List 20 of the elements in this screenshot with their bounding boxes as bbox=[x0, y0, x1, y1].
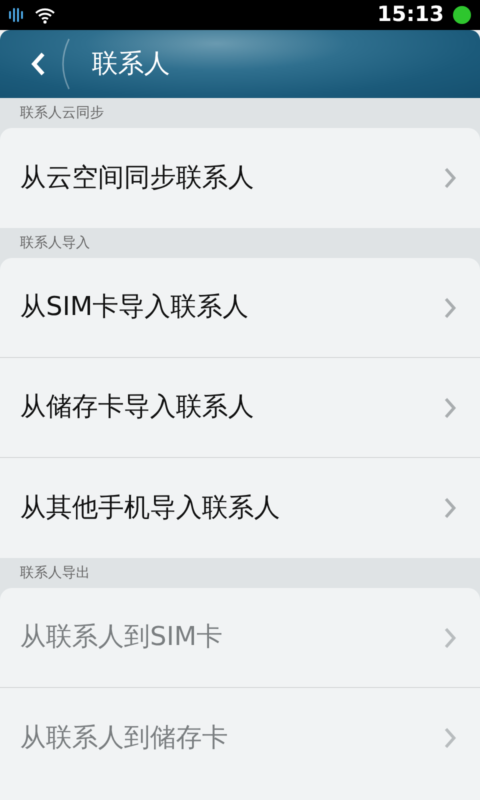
chevron-right-icon bbox=[444, 497, 456, 519]
back-button[interactable] bbox=[30, 51, 46, 77]
section-header: 联系人导出 bbox=[20, 565, 90, 581]
menu-item[interactable]: 从云空间同步联系人 bbox=[0, 128, 480, 228]
menu-item[interactable]: 从储存卡导入联系人 bbox=[0, 358, 480, 458]
wifi-icon bbox=[34, 6, 56, 24]
signal-icon bbox=[8, 6, 26, 24]
chevron-right-icon bbox=[444, 167, 456, 189]
clock-time: 15:13 bbox=[377, 1, 444, 28]
section-header: 联系人导入 bbox=[20, 235, 90, 251]
chevron-right-icon bbox=[444, 396, 456, 418]
chevron-right-icon bbox=[444, 296, 456, 318]
status-dot-icon bbox=[452, 5, 472, 25]
menu-item[interactable]: 从SIM卡导入联系人 bbox=[0, 258, 480, 358]
chevron-right-icon bbox=[444, 626, 456, 648]
section-header: 联系人云同步 bbox=[20, 105, 104, 121]
divider-arc-icon bbox=[62, 38, 70, 90]
page-title: 联系人 bbox=[92, 48, 170, 80]
chevron-right-icon bbox=[444, 727, 456, 749]
menu-item[interactable]: 从其他手机导入联系人 bbox=[0, 458, 480, 558]
